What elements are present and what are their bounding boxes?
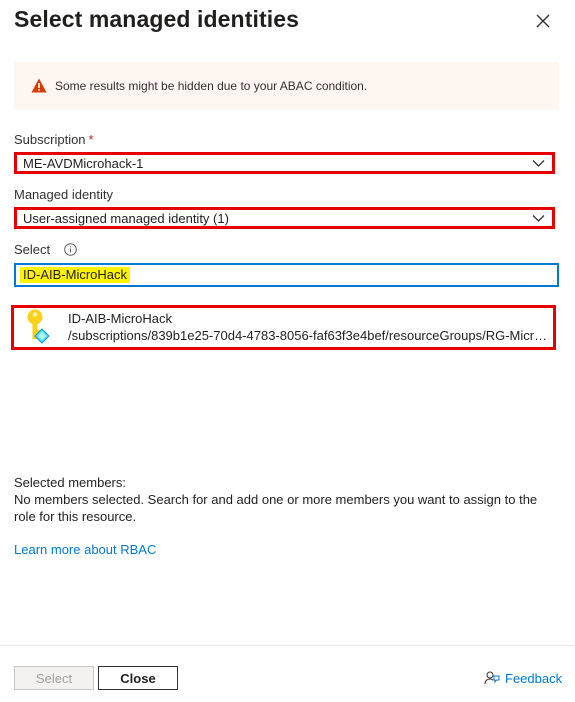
learn-more-link[interactable]: Learn more about RBAC	[14, 542, 156, 557]
select-label-text: Select	[14, 242, 51, 257]
search-value: ID-AIB-MicroHack	[20, 267, 131, 283]
subscription-value: ME-AVDMicrohack-1	[23, 156, 144, 171]
chevron-down-icon	[532, 215, 545, 222]
list-item[interactable]: ID-AIB-MicroHack /subscriptions/839b1e25…	[11, 305, 556, 350]
selected-members-section: Selected members: No members selected. S…	[14, 474, 554, 525]
select-button[interactable]: Select	[14, 666, 94, 690]
managed-identity-dropdown[interactable]: User-assigned managed identity (1)	[14, 207, 555, 229]
member-search-input[interactable]: ID-AIB-MicroHack	[14, 263, 559, 287]
close-icon[interactable]	[534, 12, 552, 30]
panel-title: Select managed identities	[14, 6, 299, 32]
footer-divider	[0, 645, 575, 646]
banner-text: Some results might be hidden due to your…	[55, 79, 368, 93]
managed-identity-value: User-assigned managed identity (1)	[23, 211, 229, 226]
selected-members-text: No members selected. Search for and add …	[14, 492, 538, 524]
info-icon[interactable]	[63, 243, 77, 256]
feedback-label: Feedback	[505, 670, 563, 686]
result-path: /subscriptions/839b1e25-70d4-4783-8056-f…	[68, 328, 548, 343]
subscription-dropdown[interactable]: ME-AVDMicrohack-1	[14, 152, 555, 174]
feedback-icon	[484, 671, 500, 685]
subscription-label-text: Subscription	[14, 132, 86, 147]
required-marker: *	[88, 132, 94, 147]
managed-identity-label: Managed identity	[14, 187, 114, 202]
warning-icon	[31, 78, 47, 93]
select-label: Select	[14, 242, 77, 257]
chevron-down-icon	[532, 160, 545, 167]
managed-identity-key-icon	[27, 309, 50, 344]
subscription-label: Subscription *	[14, 132, 94, 147]
abac-warning-banner: Some results might be hidden due to your…	[14, 62, 559, 110]
feedback-link[interactable]: Feedback	[484, 670, 562, 686]
close-button[interactable]: Close	[98, 666, 178, 690]
result-name: ID-AIB-MicroHack	[68, 311, 173, 326]
selected-members-heading: Selected members:	[14, 475, 126, 490]
